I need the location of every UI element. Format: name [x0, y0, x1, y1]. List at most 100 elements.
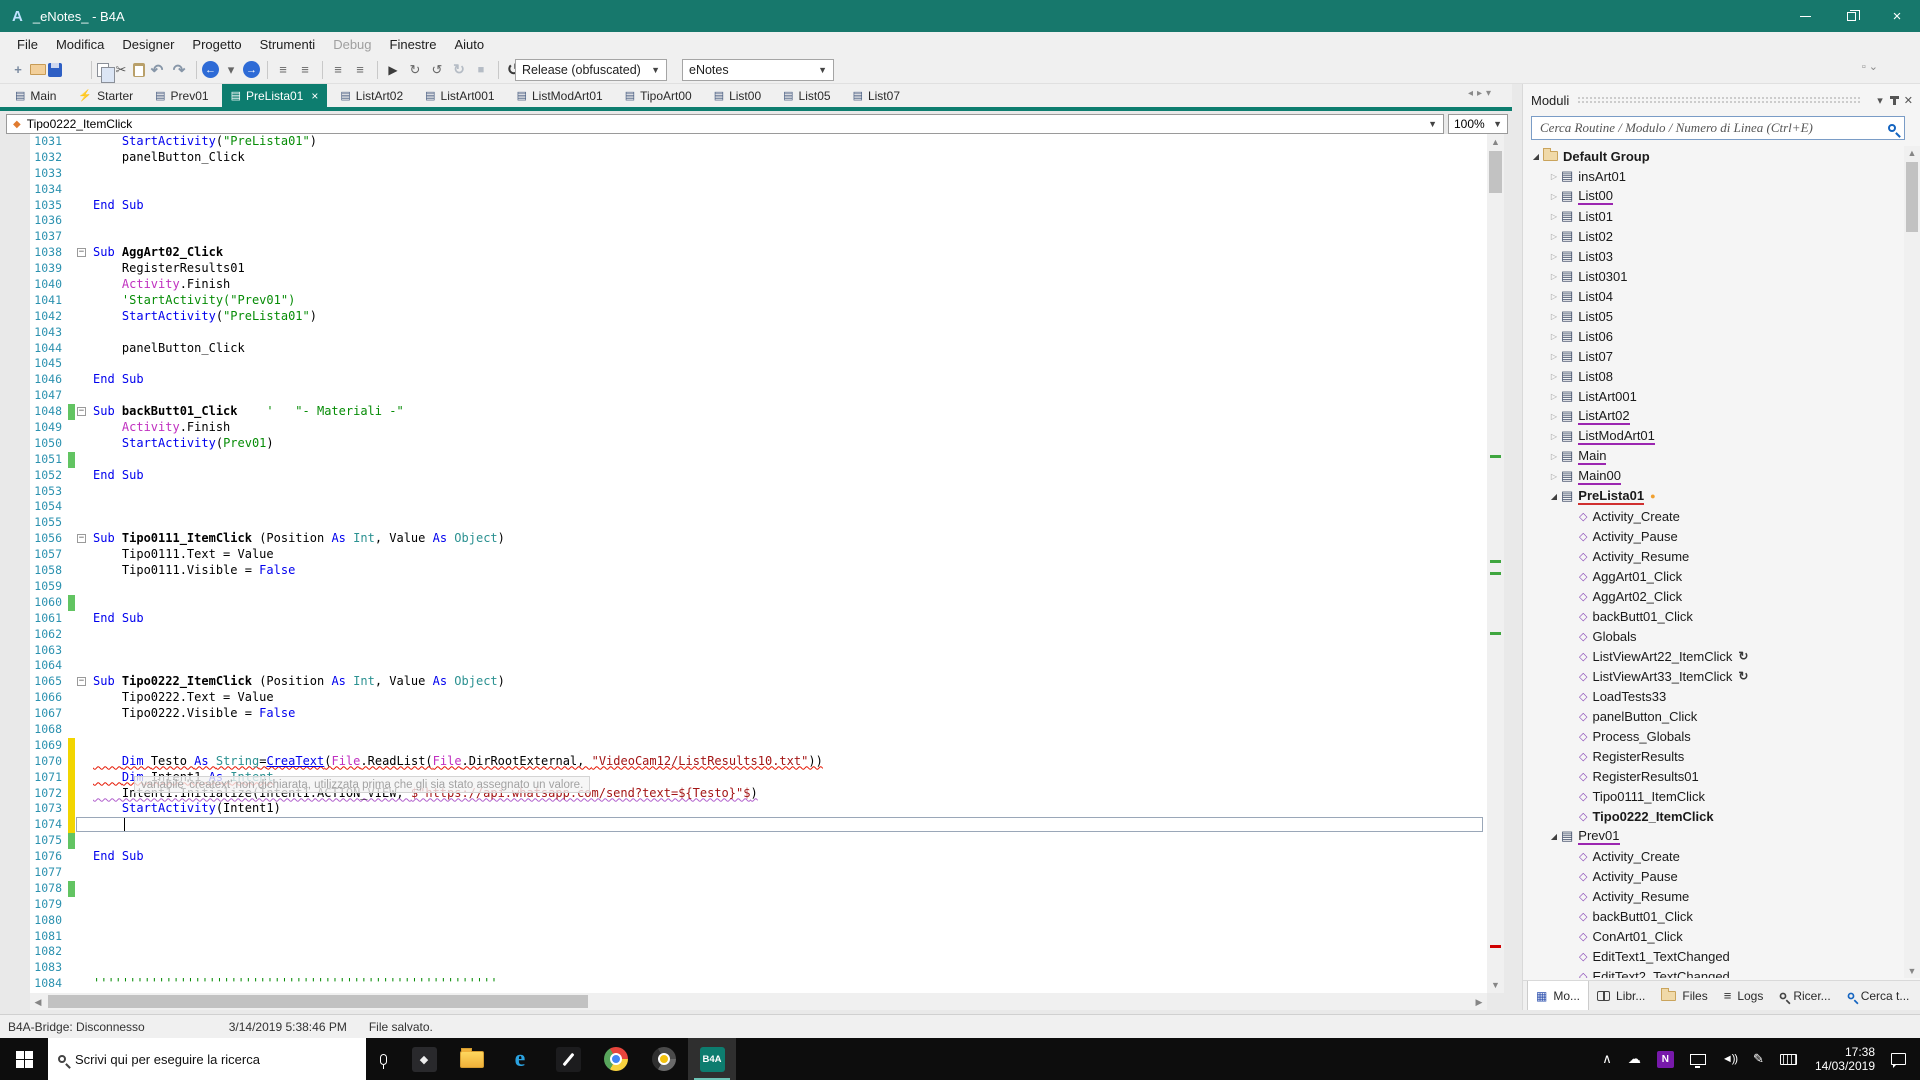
code-line[interactable]: 1076 End Sub — [30, 849, 1487, 865]
tree-item-registerresults01[interactable]: ◇ RegisterResults01 — [1523, 766, 1903, 786]
tree-item-list02[interactable]: ▷ ▤ List02 — [1523, 226, 1903, 246]
code-line[interactable]: 1078 — [30, 880, 1487, 897]
tree-collapsed-icon[interactable]: ▷ — [1547, 392, 1561, 401]
tree-item-edittext2_textchanged[interactable]: ◇ EditText2_TextChanged — [1523, 966, 1903, 979]
tree-scrollbar[interactable]: ▲ ▼ — [1904, 146, 1920, 978]
module-search-input[interactable]: Cerca Routine / Modulo / Numero di Linea… — [1531, 116, 1905, 140]
tree-collapsed-icon[interactable]: ▷ — [1547, 192, 1561, 201]
scroll-down-icon[interactable]: ▼ — [1904, 966, 1920, 976]
code-line[interactable]: 1044 panelButton_Click — [30, 341, 1487, 357]
code-line[interactable]: 1046 End Sub — [30, 372, 1487, 388]
code-line[interactable]: 1036 — [30, 213, 1487, 229]
code-line[interactable]: 1065 − Sub Tipo0222_ItemClick (Position As… — [30, 674, 1487, 690]
tree-item-main[interactable]: ▷ ▤ Main — [1523, 446, 1903, 466]
code-line[interactable]: 1077 — [30, 865, 1487, 881]
fold-collapse-icon[interactable]: − — [77, 677, 86, 687]
tree-item-activity_resume[interactable]: ◇ Activity_Resume — [1523, 886, 1903, 906]
code-line[interactable]: 1057 Tipo0111.Text = Value — [30, 547, 1487, 563]
menu-modifica[interactable]: Modifica — [47, 34, 113, 55]
taskbar-app-app-dark[interactable]: ◆ — [400, 1038, 448, 1080]
panel-tab-files[interactable]: Files — [1653, 981, 1715, 1010]
code-editor[interactable]: variabile 'creatext' non dichiarata, uti… — [30, 134, 1487, 993]
tree-item-listart02[interactable]: ▷ ▤ ListArt02 — [1523, 406, 1903, 426]
tree-item-list07[interactable]: ▷ ▤ List07 — [1523, 346, 1903, 366]
code-line[interactable]: 1066 Tipo0222.Text = Value — [30, 690, 1487, 706]
menu-debug[interactable]: Debug — [324, 34, 380, 55]
tree-collapsed-icon[interactable]: ▷ — [1547, 412, 1561, 421]
code-line[interactable]: 1060 — [30, 594, 1487, 611]
copy-icon[interactable] — [97, 62, 115, 83]
tree-item-list06[interactable]: ▷ ▤ List06 — [1523, 326, 1903, 346]
tree-item-aggart01_click[interactable]: ◇ AggArt01_Click — [1523, 566, 1903, 586]
run-icon[interactable]: ▶ — [383, 60, 403, 80]
tree-collapsed-icon[interactable]: ▷ — [1547, 212, 1561, 221]
code-line[interactable]: 1059 — [30, 579, 1487, 595]
new-icon[interactable]: + — [8, 60, 28, 80]
tree-item-backbutt01_click[interactable]: ◇ backButt01_Click — [1523, 606, 1903, 626]
back-icon[interactable]: ← — [202, 61, 219, 78]
scroll-down-icon[interactable]: ▼ — [1487, 980, 1504, 990]
tree-item-tipo0111_itemclick[interactable]: ◇ Tipo0111_ItemClick — [1523, 786, 1903, 806]
code-line[interactable]: 1080 — [30, 913, 1487, 929]
tree-item-edittext1_textchanged[interactable]: ◇ EditText1_TextChanged — [1523, 946, 1903, 966]
window-position-icon[interactable]: ▾ — [1877, 94, 1883, 107]
scroll-up-icon[interactable]: ▲ — [1487, 137, 1504, 147]
onenote-clip-icon[interactable]: N — [1656, 1050, 1674, 1068]
connect-icon[interactable]: ↻ — [405, 60, 425, 80]
tree-item-default group[interactable]: ◢ Default Group — [1523, 146, 1903, 166]
start-button[interactable] — [0, 1038, 48, 1080]
code-line[interactable]: 1069 — [30, 737, 1487, 754]
code-line[interactable]: 1084 ''''''''''''''''''''''''''''''''''''… — [30, 976, 1487, 992]
project-select[interactable]: eNotes ▼ — [682, 59, 834, 81]
panel-tab-cercat[interactable]: Cerca t... — [1839, 981, 1918, 1010]
tree-item-activity_pause[interactable]: ◇ Activity_Pause — [1523, 526, 1903, 546]
tree-item-listviewart33_itemclick[interactable]: ◇ ListViewArt33_ItemClick ↻ — [1523, 666, 1903, 686]
tree-item-list05[interactable]: ▷ ▤ List05 — [1523, 306, 1903, 326]
routine-select[interactable]: ◆ Tipo0222_ItemClick ▼ — [6, 114, 1444, 134]
code-line[interactable]: 1048 − Sub backButt01_Click ' "- Materiali… — [30, 404, 1487, 421]
code-line[interactable]: 1067 Tipo0222.Visible = False — [30, 706, 1487, 722]
code-line[interactable]: 1075 — [30, 833, 1487, 850]
tree-expanded-icon[interactable]: ◢ — [1529, 152, 1543, 161]
tab-tipoart00[interactable]: ▤ TipoArt00 — [616, 84, 701, 107]
tree-collapsed-icon[interactable]: ▷ — [1547, 292, 1561, 301]
tree-item-registerresults[interactable]: ◇ RegisterResults — [1523, 746, 1903, 766]
taskbar-app-file-explorer[interactable] — [448, 1038, 496, 1080]
tree-item-activity_create[interactable]: ◇ Activity_Create — [1523, 506, 1903, 526]
tab-list00[interactable]: ▤ List00 — [705, 84, 770, 107]
tree-collapsed-icon[interactable]: ▷ — [1547, 172, 1561, 181]
tree-expanded-icon[interactable]: ◢ — [1547, 832, 1561, 841]
tree-item-listmodart01[interactable]: ▷ ▤ ListModArt01 — [1523, 426, 1903, 446]
tree-item-activity_resume[interactable]: ◇ Activity_Resume — [1523, 546, 1903, 566]
code-line[interactable]: 1034 — [30, 182, 1487, 198]
action-center-icon[interactable] — [1891, 1053, 1906, 1068]
save-icon[interactable] — [48, 62, 62, 77]
taskbar-app-internet-explorer[interactable]: e — [496, 1038, 544, 1080]
scrollbar-thumb[interactable] — [1906, 162, 1918, 232]
tree-item-listviewart22_itemclick[interactable]: ◇ ListViewArt22_ItemClick ↻ — [1523, 646, 1903, 666]
taskbar-clock[interactable]: 17:38 14/03/2019 — [1815, 1045, 1875, 1073]
scrollbar-thumb[interactable] — [48, 995, 588, 1008]
code-line[interactable]: 1068 — [30, 722, 1487, 738]
tree-item-prelista01[interactable]: ◢ ▤ PreLista01 ● — [1523, 486, 1903, 506]
code-line[interactable]: 1073 StartActivity(Intent1) — [30, 801, 1487, 818]
tree-item-prev01[interactable]: ◢ ▤ Prev01 — [1523, 826, 1903, 846]
restore-button[interactable] — [1828, 0, 1874, 32]
build-config-select[interactable]: Release (obfuscated) ▼ — [515, 59, 667, 81]
tree-collapsed-icon[interactable]: ▷ — [1547, 272, 1561, 281]
tree-item-loadtests33[interactable]: ◇ LoadTests33 — [1523, 686, 1903, 706]
forward-icon[interactable]: → — [243, 61, 260, 78]
tree-item-panelbutton_click[interactable]: ◇ panelButton_Click — [1523, 706, 1903, 726]
tree-item-list0301[interactable]: ▷ ▤ List0301 — [1523, 266, 1903, 286]
code-line[interactable]: 1038 − Sub AggArt02_Click — [30, 245, 1487, 261]
tree-item-activity_pause[interactable]: ◇ Activity_Pause — [1523, 866, 1903, 886]
code-line[interactable]: 1052 End Sub — [30, 468, 1487, 484]
indent-right-icon[interactable]: ≡ — [295, 60, 315, 80]
code-line[interactable]: 1035 End Sub — [30, 198, 1487, 214]
scroll-up-icon[interactable]: ▲ — [1904, 148, 1920, 158]
code-line[interactable]: 1054 — [30, 499, 1487, 515]
tree-item-backbutt01_click[interactable]: ◇ backButt01_Click — [1523, 906, 1903, 926]
tab-starter[interactable]: ⚡ Starter — [69, 84, 142, 107]
refresh-icon[interactable]: ↻ — [449, 60, 469, 80]
zoom-select[interactable]: 100% ▼ — [1448, 114, 1508, 134]
